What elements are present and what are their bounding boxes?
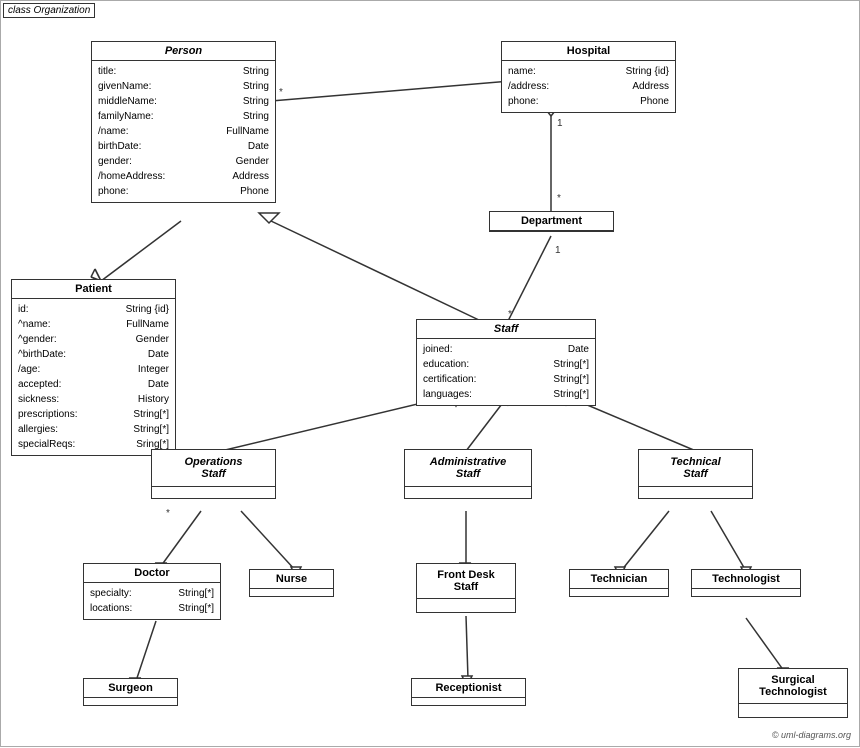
hospital-class: Hospital name:String {id} /address:Addre… xyxy=(501,41,676,113)
person-attrs: title:String givenName:String middleName… xyxy=(92,61,275,202)
operations-staff-title: OperationsStaff xyxy=(152,450,275,487)
technical-staff-class: TechnicalStaff xyxy=(638,449,753,499)
patient-attrs: id:String {id} ^name:FullName ^gender:Ge… xyxy=(12,299,175,455)
person-class: Person title:String givenName:String mid… xyxy=(91,41,276,203)
person-title: Person xyxy=(92,42,275,61)
doctor-attrs: specialty:String[*] locations:String[*] xyxy=(84,583,220,619)
surgeon-title: Surgeon xyxy=(84,679,177,698)
doctor-title: Doctor xyxy=(84,564,220,583)
technician-class: Technician xyxy=(569,569,669,597)
staff-attrs: joined:Date education:String[*] certific… xyxy=(417,339,595,405)
nurse-class: Nurse xyxy=(249,569,334,597)
front-desk-class: Front DeskStaff xyxy=(416,563,516,613)
patient-title: Patient xyxy=(12,280,175,299)
technician-title: Technician xyxy=(570,570,668,589)
surgeon-class: Surgeon xyxy=(83,678,178,706)
department-title: Department xyxy=(490,212,613,231)
technical-staff-title: TechnicalStaff xyxy=(639,450,752,487)
svg-text:*: * xyxy=(166,508,170,519)
staff-class: Staff joined:Date education:String[*] ce… xyxy=(416,319,596,406)
staff-title: Staff xyxy=(417,320,595,339)
technologist-title: Technologist xyxy=(692,570,800,589)
admin-staff-class: AdministrativeStaff xyxy=(404,449,532,499)
copyright: © uml-diagrams.org xyxy=(772,730,851,740)
surgical-technologist-class: SurgicalTechnologist xyxy=(738,668,848,718)
patient-class: Patient id:String {id} ^name:FullName ^g… xyxy=(11,279,176,456)
surgical-technologist-title: SurgicalTechnologist xyxy=(739,669,847,704)
doctor-class: Doctor specialty:String[*] locations:Str… xyxy=(83,563,221,620)
technologist-class: Technologist xyxy=(691,569,801,597)
receptionist-class: Receptionist xyxy=(411,678,526,706)
department-class: Department xyxy=(489,211,614,232)
receptionist-title: Receptionist xyxy=(412,679,525,698)
hospital-attrs: name:String {id} /address:Address phone:… xyxy=(502,61,675,112)
svg-text:1: 1 xyxy=(555,245,561,256)
hospital-title: Hospital xyxy=(502,42,675,61)
svg-text:*: * xyxy=(557,193,561,204)
front-desk-title: Front DeskStaff xyxy=(417,564,515,599)
svg-text:1: 1 xyxy=(557,118,563,129)
nurse-title: Nurse xyxy=(250,570,333,589)
uml-diagram: class Organization 1 * 1 * * * xyxy=(0,0,860,747)
svg-text:*: * xyxy=(279,87,283,98)
admin-staff-title: AdministrativeStaff xyxy=(405,450,531,487)
operations-staff-class: OperationsStaff xyxy=(151,449,276,499)
diagram-title: class Organization xyxy=(3,3,95,18)
